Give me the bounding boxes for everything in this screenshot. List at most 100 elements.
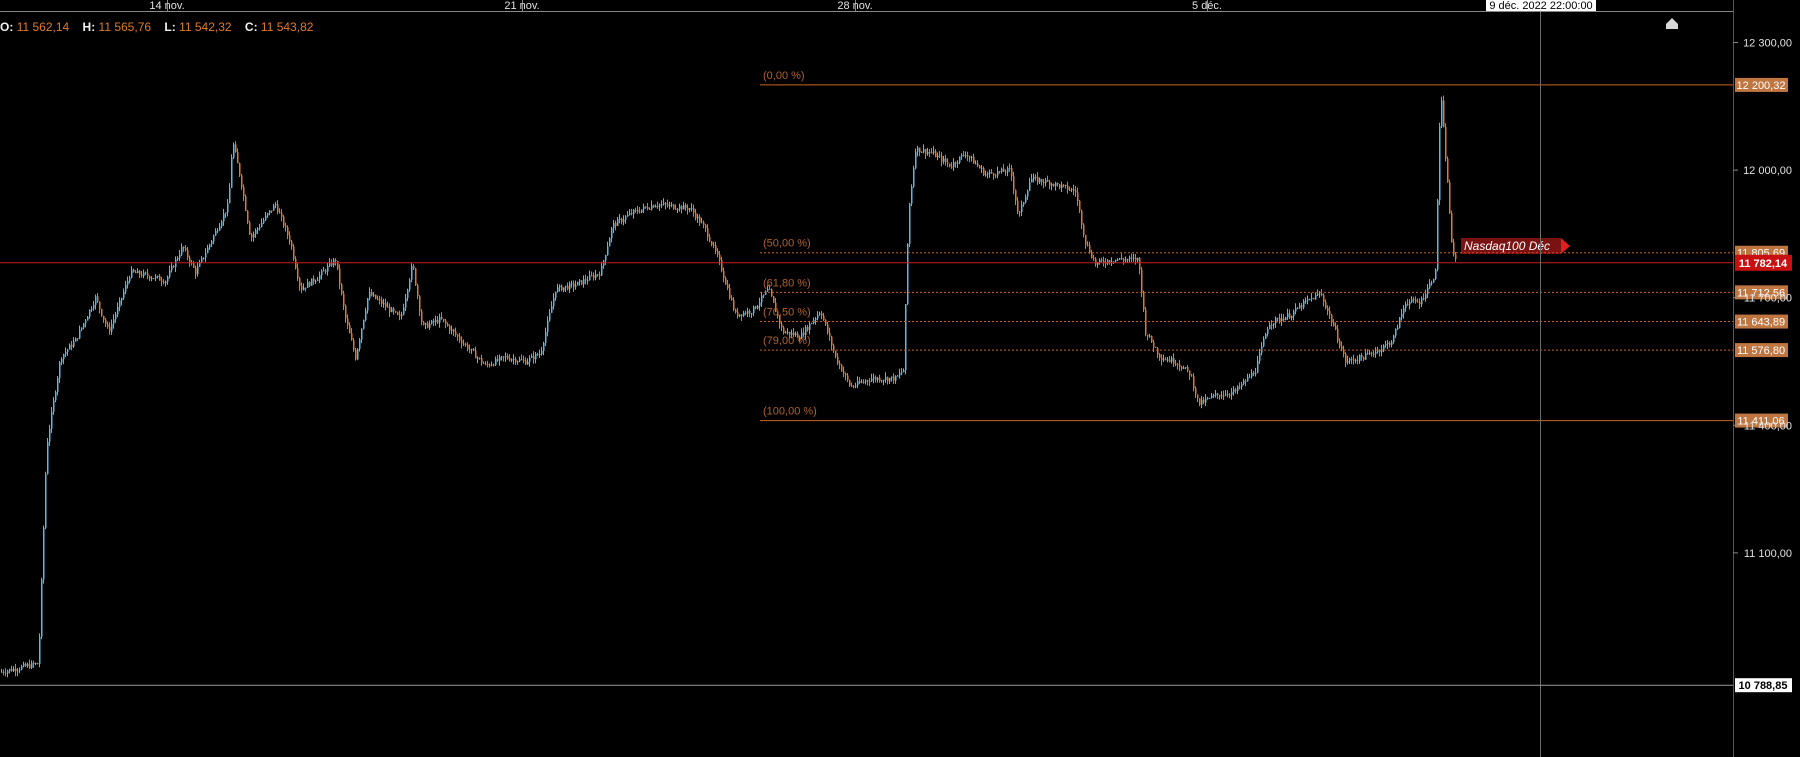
time-tick-label: 28 nov. <box>837 0 872 12</box>
candle-body <box>341 284 343 294</box>
candle-body <box>669 204 671 206</box>
candle-body <box>465 343 467 345</box>
price-chart[interactable]: 14 nov. 21 nov. 28 nov. 5 déc. (0,00 %) 12 2… <box>0 0 1800 757</box>
open-label: O: <box>0 20 14 34</box>
candle-body <box>431 320 433 324</box>
candle-body <box>1087 244 1089 246</box>
candle-body <box>705 225 707 229</box>
candle-body <box>475 350 477 359</box>
candle-body <box>369 292 371 299</box>
candle-body <box>345 305 347 319</box>
candle-body <box>911 186 913 204</box>
price-tick-label: 11 100,00 <box>1744 548 1792 560</box>
candle-body <box>1231 391 1233 395</box>
candle-body <box>1235 389 1237 392</box>
candle-body <box>1445 126 1447 159</box>
candle-body <box>635 209 637 211</box>
candle-body <box>895 375 897 381</box>
candle-body <box>757 305 759 309</box>
candle-body <box>283 216 285 227</box>
candle-body <box>683 204 685 210</box>
candle-body <box>1345 353 1347 363</box>
candle-body <box>389 306 391 313</box>
candle-body <box>155 276 157 279</box>
candle-body <box>1039 178 1041 183</box>
candle-body <box>1189 370 1191 376</box>
candle-body <box>69 344 71 350</box>
candle-body <box>453 329 455 332</box>
candle-body <box>1191 375 1193 377</box>
candle-body <box>1449 182 1451 214</box>
candle-body <box>383 303 385 305</box>
candle-body <box>687 207 689 210</box>
candle-body <box>277 204 279 213</box>
candle-body <box>1267 328 1269 334</box>
candle-body <box>493 364 495 366</box>
candle-body <box>661 204 663 206</box>
candle-body <box>1197 394 1199 399</box>
candle-body <box>989 171 991 174</box>
candle-body <box>641 209 643 213</box>
candle-body <box>1291 316 1293 319</box>
candle-body <box>693 208 695 213</box>
candle-body <box>619 218 621 220</box>
candle-body <box>1067 185 1069 190</box>
candle-body <box>1045 179 1047 184</box>
candle-body <box>1403 308 1405 314</box>
candle-body <box>1021 204 1023 213</box>
candle-body <box>339 268 341 285</box>
candle-body <box>1029 182 1031 191</box>
candle-body <box>307 282 309 288</box>
candle-body <box>159 276 161 281</box>
candle-body <box>715 245 717 252</box>
candle-body <box>483 362 485 364</box>
candle-body <box>39 636 41 664</box>
candle-body <box>869 381 871 383</box>
candle-body <box>1397 327 1399 329</box>
candle-body <box>211 241 213 245</box>
candle-body <box>927 151 929 155</box>
candle-body <box>1411 299 1413 302</box>
candle-body <box>1315 294 1317 300</box>
crosshair-price-label: 10 788,85 <box>1739 680 1788 692</box>
candle-body <box>559 285 561 288</box>
candle-body <box>147 273 149 277</box>
candle-body <box>107 324 109 327</box>
candle-body <box>35 663 37 665</box>
candle-body <box>1151 335 1153 343</box>
candle-body <box>1017 200 1019 212</box>
candle-body <box>285 226 287 228</box>
candle-body <box>883 380 885 382</box>
candle-body <box>1051 183 1053 186</box>
candle-body <box>521 359 523 361</box>
candle-body <box>45 473 47 528</box>
candle-body <box>1181 366 1183 369</box>
time-tick-label: 5 déc. <box>1192 0 1222 12</box>
candle-body <box>1 671 3 673</box>
candle-body <box>625 216 627 220</box>
candle-body <box>963 154 965 156</box>
candle-body <box>1317 293 1319 295</box>
candle-body <box>291 241 293 247</box>
candle-body <box>805 327 807 335</box>
candle-body <box>33 662 35 664</box>
candle-body <box>537 353 539 355</box>
candle-body <box>1337 329 1339 341</box>
candle-body <box>113 319 115 325</box>
fib-price-badge-label: 12 200,32 <box>1737 80 1786 92</box>
candle-body <box>771 289 773 297</box>
candle-body <box>841 365 843 372</box>
candle-body <box>5 672 7 674</box>
candle-body <box>1227 394 1229 396</box>
candle-body <box>447 323 449 326</box>
price-tick-label: 11 700,00 <box>1744 293 1792 305</box>
candle-body <box>1015 189 1017 201</box>
candle-body <box>679 206 681 210</box>
candle-body <box>381 299 383 305</box>
instrument-label: Nasdaq100 Déc <box>1464 239 1550 253</box>
candle-body <box>699 216 701 223</box>
candle-body <box>1049 181 1051 186</box>
candle-body <box>259 226 261 229</box>
candle-body <box>583 279 585 285</box>
candle-body <box>327 265 329 272</box>
